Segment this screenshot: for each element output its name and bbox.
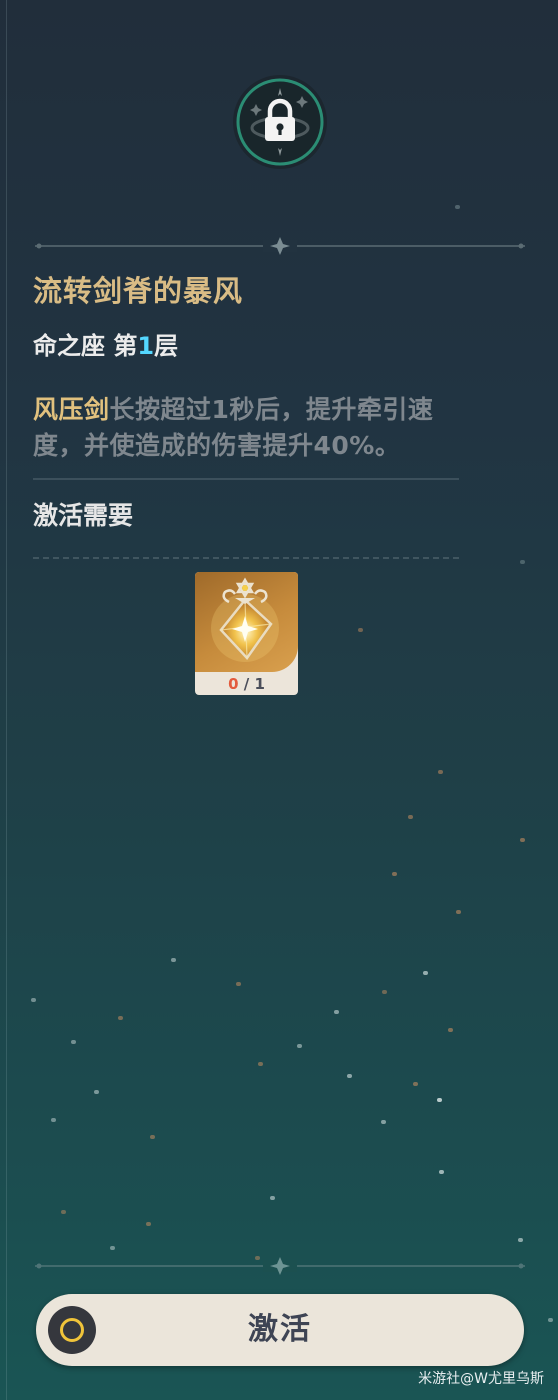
ornament-divider-top bbox=[35, 236, 525, 256]
constellation-activation-material-icon bbox=[211, 577, 279, 662]
requirement-label: 激活需要 bbox=[33, 501, 134, 530]
level-prefix: 命之座 第 bbox=[33, 332, 138, 360]
level-suffix: 层 bbox=[154, 332, 179, 360]
constellation-description: 风压剑长按超过1秒后，提升牵引速度，并使造成的伤害提升40%。 bbox=[33, 392, 473, 464]
background-particles bbox=[0, 0, 558, 1400]
constellation-level: 命之座 第1层 bbox=[33, 326, 178, 361]
panel-left-border bbox=[6, 0, 7, 1400]
item-owned-count: 0 bbox=[228, 675, 239, 693]
item-art bbox=[195, 572, 298, 672]
ornament-divider-bottom bbox=[35, 1256, 525, 1276]
section-divider bbox=[33, 478, 459, 480]
activate-button-label: 激活 bbox=[248, 1312, 312, 1347]
dashed-divider bbox=[33, 557, 459, 559]
item-count: 0 / 1 bbox=[195, 672, 298, 695]
watermark: 米游社@W尤里乌斯 bbox=[418, 1371, 544, 1387]
description-highlight: 风压剑 bbox=[33, 395, 110, 424]
item-required-count: 1 bbox=[254, 675, 265, 693]
level-number: 1 bbox=[137, 332, 155, 360]
activate-button[interactable]: 激活 bbox=[36, 1294, 524, 1366]
constellation-lock-badge bbox=[232, 74, 328, 170]
lock-icon bbox=[233, 75, 327, 169]
requirement-item-card[interactable]: 0 / 1 bbox=[195, 572, 298, 695]
constellation-title: 流转剑脊的暴风 bbox=[33, 274, 244, 308]
item-count-separator: / bbox=[238, 675, 255, 693]
